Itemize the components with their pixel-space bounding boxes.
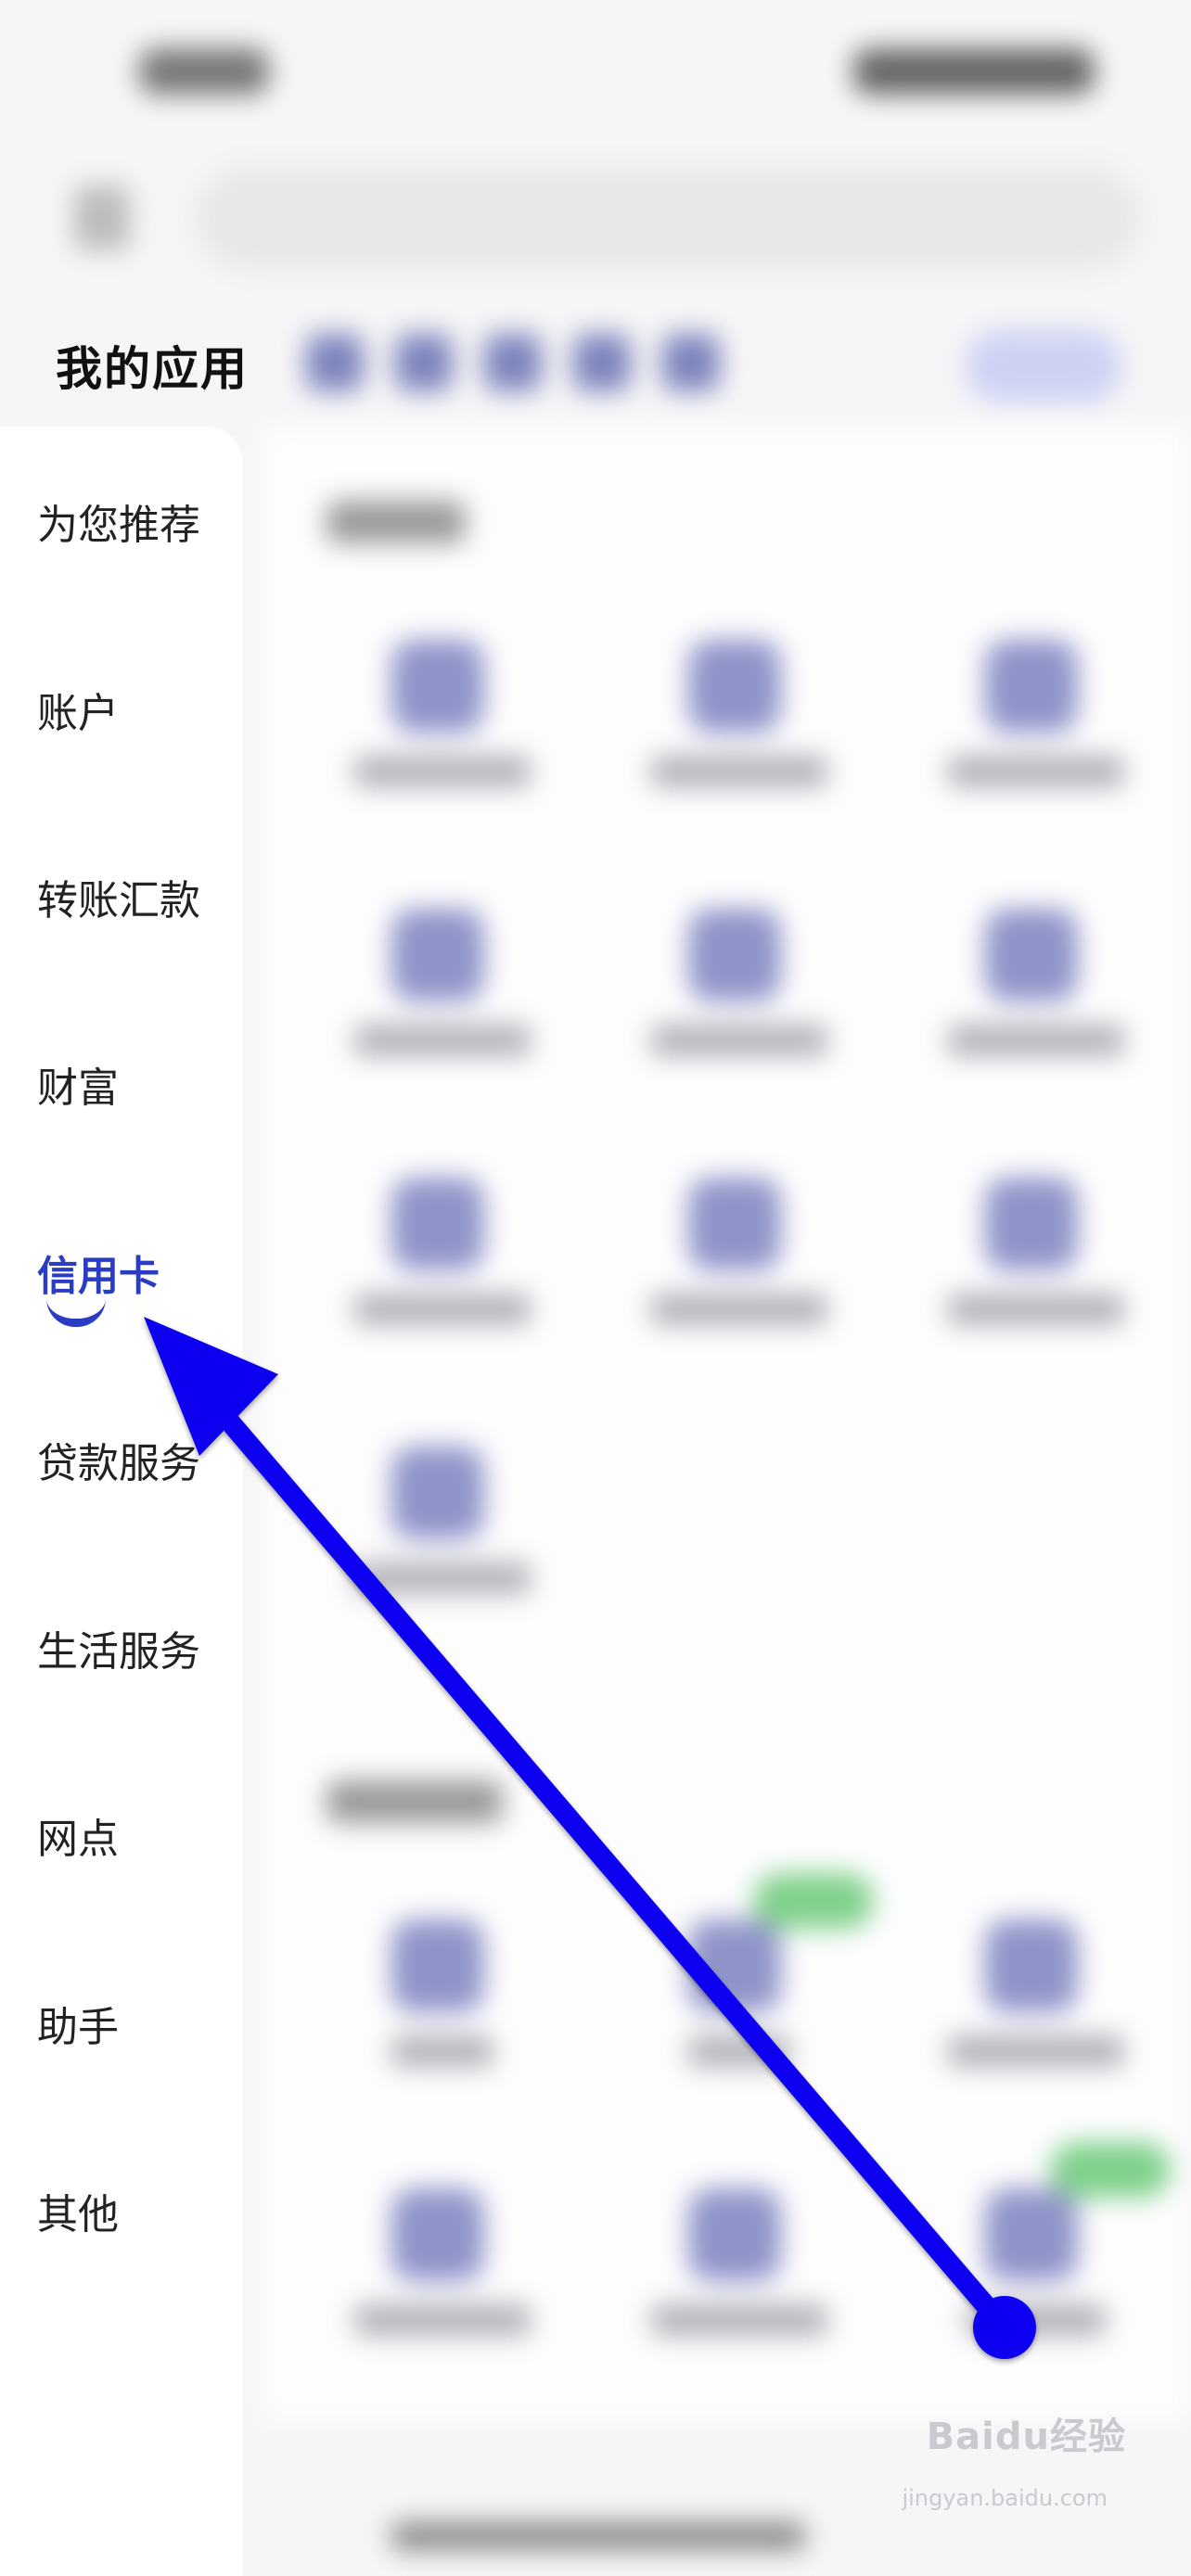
app-icon[interactable] — [688, 640, 781, 733]
app-icon[interactable] — [985, 2188, 1078, 2281]
app-icon[interactable] — [985, 1919, 1078, 2012]
category-sidebar — [0, 427, 243, 2576]
sidebar-item-transfer[interactable]: 转账汇款 — [37, 867, 200, 926]
app-icon[interactable] — [985, 640, 1078, 733]
watermark-url: jingyan.baidu.com — [902, 2485, 1108, 2511]
watermark-logo: Baidu经验 — [926, 2416, 1126, 2458]
app-icon[interactable] — [688, 909, 781, 1001]
app-label — [651, 1294, 827, 1325]
section-heading — [327, 1780, 503, 1823]
status-time — [139, 48, 269, 95]
new-badge — [1050, 2142, 1171, 2198]
app-label — [967, 2304, 1106, 2336]
recent-app-icon[interactable] — [395, 334, 453, 391]
app-label — [651, 2304, 827, 2336]
app-icon[interactable] — [688, 1178, 781, 1270]
recent-app-icon[interactable] — [662, 334, 720, 391]
app-label — [688, 2035, 790, 2067]
app-icon[interactable] — [391, 909, 484, 1001]
app-label — [651, 1025, 827, 1056]
status-icons — [853, 48, 1095, 95]
sidebar-item-loan[interactable]: 贷款服务 — [37, 1430, 200, 1489]
app-icon[interactable] — [391, 2188, 484, 2281]
app-icon[interactable] — [985, 1178, 1078, 1270]
back-icon[interactable] — [74, 185, 130, 250]
app-label — [354, 2304, 531, 2336]
recent-apps-strip[interactable] — [306, 334, 770, 399]
sidebar-item-credit-card[interactable]: 信用卡 — [37, 1243, 160, 1302]
app-grid-panel — [262, 427, 1191, 2420]
recent-app-icon[interactable] — [573, 334, 631, 391]
section-heading — [327, 501, 466, 543]
app-icon[interactable] — [688, 2188, 781, 2281]
new-badge — [753, 1873, 874, 1929]
sidebar-item-assistant[interactable]: 助手 — [37, 1994, 119, 2053]
app-icon[interactable] — [391, 640, 484, 733]
app-label — [354, 1294, 531, 1325]
app-label — [948, 2035, 1124, 2067]
search-input[interactable] — [195, 167, 1141, 269]
home-indicator[interactable] — [390, 2522, 807, 2550]
app-label — [354, 1562, 531, 1594]
app-label — [354, 756, 531, 787]
app-icon[interactable] — [391, 1919, 484, 2012]
app-label — [948, 1025, 1124, 1056]
recent-app-icon[interactable] — [306, 334, 364, 391]
sidebar-item-account[interactable]: 账户 — [37, 680, 119, 739]
recent-app-icon[interactable] — [484, 334, 542, 391]
app-label — [948, 1294, 1124, 1325]
app-icon[interactable] — [985, 909, 1078, 1001]
app-label — [391, 2035, 493, 2067]
sidebar-item-life[interactable]: 生活服务 — [37, 1618, 200, 1677]
sidebar-item-wealth[interactable]: 财富 — [37, 1054, 119, 1114]
app-label — [948, 756, 1124, 787]
page-title: 我的应用 — [56, 342, 249, 396]
sidebar-item-recommended[interactable]: 为您推荐 — [37, 491, 200, 551]
sidebar-item-branch[interactable]: 网点 — [37, 1805, 119, 1865]
edit-button[interactable] — [965, 329, 1122, 403]
sidebar-item-other[interactable]: 其他 — [37, 2181, 119, 2240]
app-label — [651, 756, 827, 787]
app-icon[interactable] — [391, 1447, 484, 1539]
app-label — [354, 1025, 531, 1056]
app-icon[interactable] — [391, 1178, 484, 1270]
app-icon[interactable] — [688, 1919, 781, 2012]
